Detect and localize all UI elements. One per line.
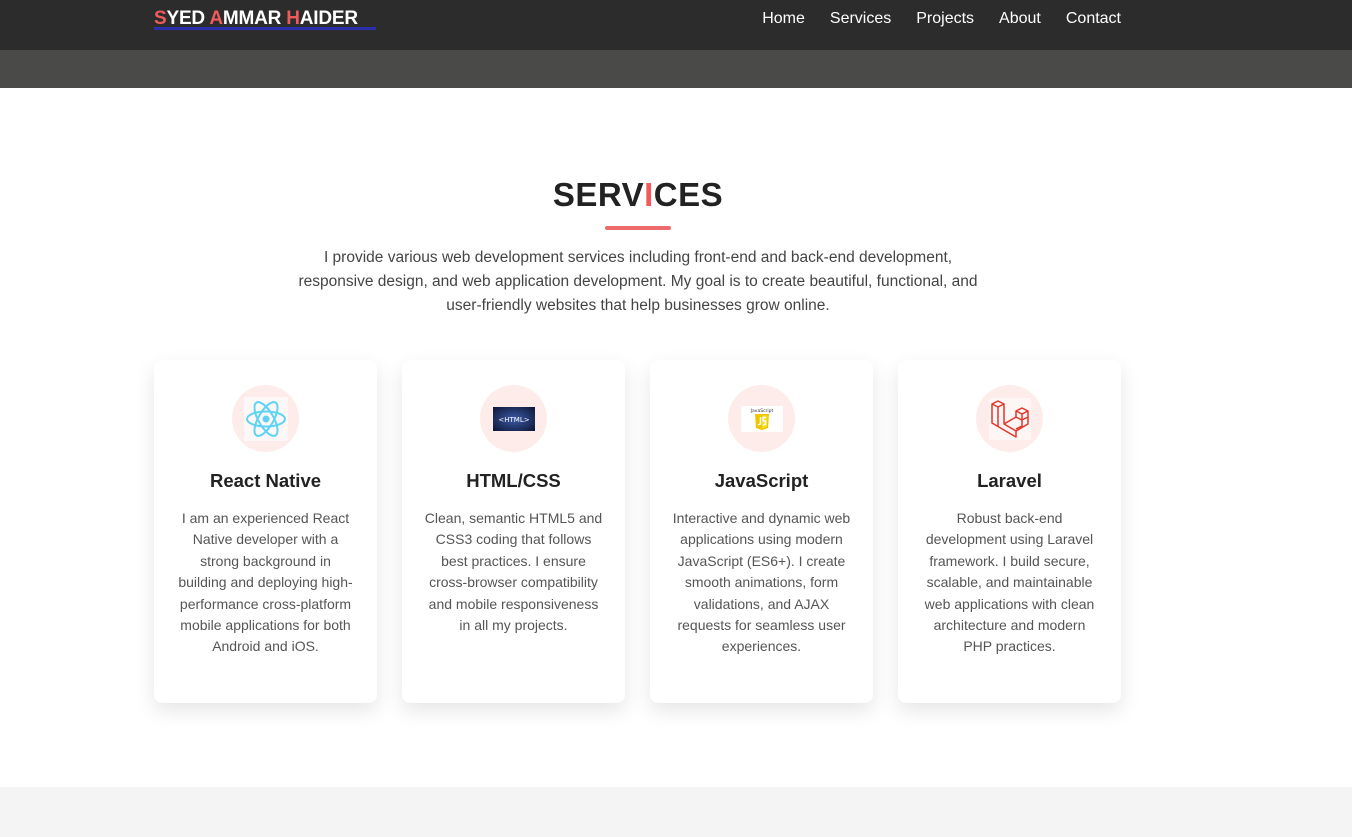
navbar: SYED AMMAR HAIDER Home Services Projects…	[0, 0, 1352, 50]
react-icon	[232, 385, 299, 452]
services-intro: I provide various web development servic…	[298, 249, 978, 314]
javascript-icon: JavaScript	[728, 385, 795, 452]
card-description: Robust back-end development using Larave…	[924, 510, 1095, 655]
nav-services[interactable]: Services	[830, 10, 891, 28]
js-icon-text: JavaScript	[749, 408, 773, 414]
logo-text-3: AIDER	[299, 8, 358, 29]
logo-initial-a: A	[209, 8, 223, 29]
services-heading: SERVICES	[0, 176, 1276, 214]
services-heading-accent: I	[644, 176, 654, 213]
card-title: React Native	[209, 470, 322, 491]
logo-initial-s: S	[154, 8, 167, 29]
card-title: JavaScript	[714, 470, 809, 491]
service-card-react-native: React Native I am an experienced React N…	[154, 360, 377, 703]
logo-initial-h: H	[286, 8, 300, 29]
logo-text-2: MMAR	[222, 8, 287, 29]
nav-home[interactable]: Home	[762, 10, 805, 28]
main-nav: Home Services Projects About Contact	[762, 10, 1121, 28]
logo-underline	[154, 27, 376, 30]
nav-about[interactable]: About	[999, 10, 1041, 28]
nav-projects[interactable]: Projects	[916, 10, 974, 28]
hero-bottom-strip	[0, 50, 1352, 88]
heading-underline	[605, 226, 671, 230]
services-heading-part-2: CES	[653, 176, 724, 213]
service-card-javascript: JavaScript JavaScript Interactive and dy…	[650, 360, 873, 703]
logo-text-1: YED	[166, 8, 210, 29]
card-description: I am an experienced React Native develop…	[178, 510, 353, 655]
card-description: Interactive and dynamic web applications…	[672, 510, 851, 655]
laravel-icon	[976, 385, 1043, 452]
service-card-laravel: Laravel Robust back-end development usin…	[898, 360, 1121, 703]
html-icon-text: <HTML>	[498, 416, 529, 424]
html-icon: <HTML>	[480, 385, 547, 452]
nav-contact[interactable]: Contact	[1066, 10, 1121, 28]
next-section-top	[0, 787, 1352, 837]
card-description: Clean, semantic HTML5 and CSS3 coding th…	[424, 510, 603, 634]
services-heading-part-1: SERV	[552, 176, 645, 213]
card-title: Laravel	[977, 470, 1042, 491]
card-title: HTML/CSS	[466, 470, 561, 491]
service-card-html-css: <HTML> HTML/CSS Clean, semantic HTML5 an…	[402, 360, 625, 703]
